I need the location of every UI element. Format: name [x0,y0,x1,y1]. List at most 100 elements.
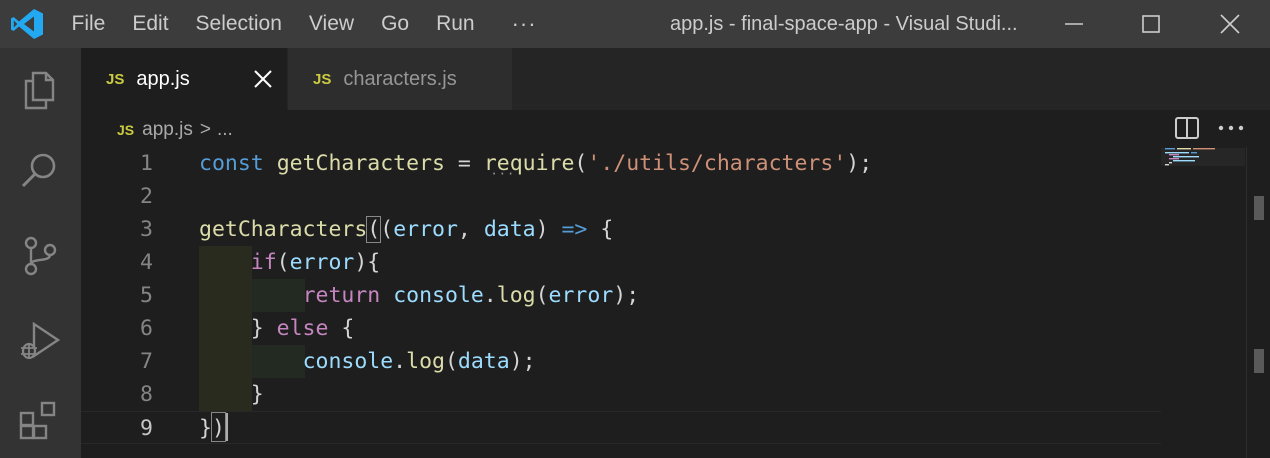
menu-bar: File Edit Selection View Go Run ··· [58,0,550,48]
code-token: , [457,217,484,242]
code-token: console [302,349,394,374]
menu-more-icon[interactable]: ··· [498,0,550,48]
title-bar: File Edit Selection View Go Run ··· app.… [0,0,1270,48]
search-icon[interactable] [18,148,62,192]
line-number: 2 [140,184,153,209]
suggestion-hint-icon[interactable]: ··· [491,167,516,181]
code-line[interactable]: 3 getCharacters((error, data) => { [81,213,1161,246]
code-editor[interactable]: 1 const getCharacters = require('./utils/… [81,147,1161,458]
code-text: } [199,378,264,411]
code-token: getCharacters [276,151,445,176]
js-file-icon: JS [313,70,332,88]
code-token: error [289,250,355,275]
code-token: data [483,217,536,242]
chevron-right-icon: > [199,119,211,140]
code-token: . [483,283,497,308]
code-token: } [199,382,264,407]
code-token: } [250,316,277,341]
code-token: const [199,151,264,176]
minimize-button[interactable] [1034,0,1114,48]
run-debug-icon[interactable] [18,318,62,362]
code-token: getCharacters [199,217,368,242]
tab-label: characters.js [343,67,457,90]
line-number: 3 [140,217,153,242]
code-token: ( [444,349,458,374]
code-token: ) [535,217,562,242]
code-token: ( [380,217,394,242]
js-file-icon: JS [117,122,135,138]
line-number: 6 [140,316,153,341]
code-text: return console.log(error); [199,279,640,312]
code-line[interactable]: 6 } else { [81,312,1161,345]
code-line[interactable]: 1 const getCharacters = require('./utils/… [81,147,1161,180]
line-number: 8 [140,382,153,407]
code-text: } else { [199,312,355,345]
code-line[interactable]: 2 [81,180,1161,213]
code-token: = [444,151,484,176]
code-token: ( [366,216,382,243]
js-file-icon: JS [106,70,125,88]
window-title: app.js - final-space-app - Visual Studi.… [670,13,1018,35]
scrollbar-marker [1254,349,1264,373]
code-token: './utils/characters' [587,151,847,176]
explorer-icon[interactable] [18,68,62,112]
close-window-button[interactable] [1190,0,1270,48]
vertical-scrollbar[interactable] [1246,147,1270,458]
maximize-icon [1142,15,1160,33]
code-line[interactable]: 4 if(error){ [81,246,1161,279]
tab-app-js[interactable]: JS app.js [81,48,287,110]
vscode-logo-icon[interactable] [10,8,44,40]
close-icon [1220,14,1240,34]
code-text: getCharacters((error, data) => { [199,213,613,246]
code-text: if(error){ [199,246,380,279]
bracket-match-box [211,412,226,442]
code-token: ); [509,349,536,374]
code-text: console.log(data); [199,345,536,378]
code-token: data [457,349,510,374]
code-token: error [548,283,614,308]
extensions-icon[interactable] [18,398,62,442]
code-token: return [302,283,381,308]
close-tab-icon[interactable] [251,67,275,91]
breadcrumb-file[interactable]: app.js [142,119,193,141]
maximize-button[interactable] [1111,0,1191,48]
menu-selection[interactable]: Selection [182,0,295,48]
source-control-icon[interactable] [18,234,62,278]
menu-edit[interactable]: Edit [119,0,182,48]
code-token: ( [574,151,588,176]
menu-file[interactable]: File [58,0,119,48]
code-token: else [276,316,329,341]
menu-view[interactable]: View [295,0,367,48]
code-line[interactable]: 9}) [81,411,1161,444]
code-token: ); [846,151,873,176]
line-number: 9 [140,416,153,441]
code-line[interactable]: 5 return console.log(error); [81,279,1161,312]
minimap[interactable] [1161,110,1245,458]
line-number: 1 [140,151,153,176]
menu-run[interactable]: Run [423,0,489,48]
tab-bar: JS app.js JS characters.js [81,48,1270,139]
code-token: console [393,283,484,308]
breadcrumb: JS app.js > ... [117,116,233,144]
code-token: { [587,217,614,242]
minimize-icon [1065,23,1083,25]
code-line[interactable]: 7 console.log(data); [81,345,1161,378]
code-token: ); [613,283,640,308]
breadcrumb-symbol[interactable]: ... [217,119,233,141]
code-token: ( [535,283,549,308]
code-token: { [328,316,355,341]
code-line[interactable]: 8 } [81,378,1161,411]
code-text: const getCharacters = require('./utils/c… [199,147,872,180]
code-token: log [496,283,536,308]
tab-characters-js[interactable]: JS characters.js [288,48,512,110]
code-token: => [561,217,588,242]
code-token: error [393,217,458,242]
line-number: 7 [140,349,153,374]
menu-go[interactable]: Go [368,0,423,48]
